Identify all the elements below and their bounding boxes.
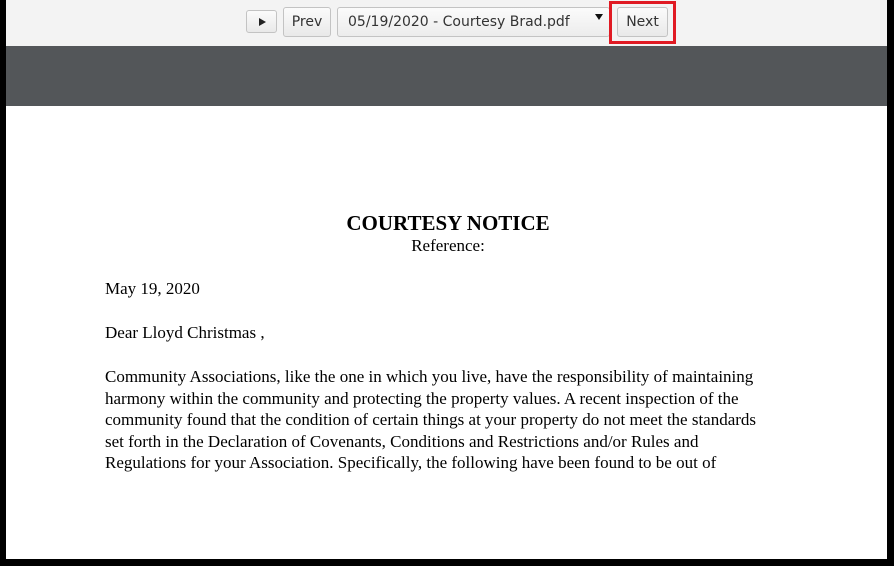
body-line: community found that the condition of ce… bbox=[105, 410, 757, 429]
file-select[interactable]: 05/19/2020 - Courtesy Brad.pdf bbox=[337, 7, 610, 37]
prev-button[interactable]: Prev bbox=[283, 7, 331, 37]
document-body: Community Associations, like the one in … bbox=[105, 366, 795, 474]
viewer-header-bar bbox=[6, 46, 887, 106]
body-line: Regulations for your Association. Specif… bbox=[105, 453, 717, 472]
pdf-viewer: Prev 05/19/2020 - Courtesy Brad.pdf Next… bbox=[6, 0, 887, 559]
play-icon bbox=[259, 17, 266, 26]
document-date: May 19, 2020 bbox=[105, 279, 200, 298]
body-line: set forth in the Declaration of Covenant… bbox=[105, 431, 699, 451]
document-reference: Reference: bbox=[411, 236, 485, 255]
body-line: harmony within the community and protect… bbox=[105, 388, 739, 408]
file-select-value: 05/19/2020 - Courtesy Brad.pdf bbox=[348, 14, 570, 30]
play-button[interactable] bbox=[246, 10, 277, 33]
body-line: Community Associations, like the one in … bbox=[105, 367, 754, 386]
viewer-toolbar: Prev 05/19/2020 - Courtesy Brad.pdf Next bbox=[6, 0, 887, 46]
next-button[interactable]: Next bbox=[617, 7, 668, 37]
document-page: COURTESY NOTICE Reference: May 19, 2020 … bbox=[6, 106, 887, 559]
document-title: COURTESY NOTICE bbox=[346, 211, 550, 235]
document-salutation: Dear Lloyd Christmas , bbox=[105, 323, 265, 342]
caret-down-icon bbox=[595, 14, 603, 20]
